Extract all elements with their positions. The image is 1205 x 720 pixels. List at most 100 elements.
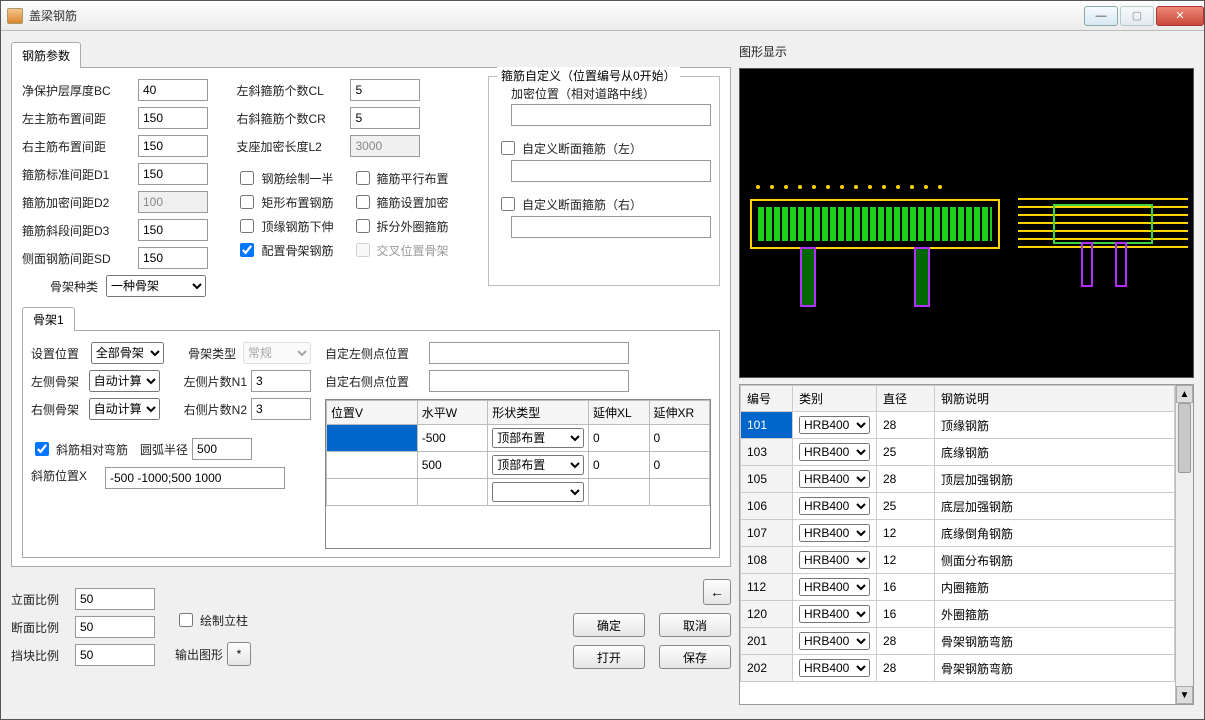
col-desc[interactable]: 钢筋说明 <box>935 386 1175 412</box>
rebar-cat-select[interactable]: HRB400 <box>799 551 870 569</box>
col-cat[interactable]: 类别 <box>793 386 877 412</box>
bc-input[interactable] <box>138 79 208 101</box>
rebar-no[interactable]: 103 <box>741 439 793 466</box>
frame-row-1[interactable]: -500 顶部布置 0 0 <box>327 425 710 452</box>
left-frame-select[interactable]: 自动计算 <box>89 370 160 392</box>
rebar-dia[interactable]: 25 <box>877 439 935 466</box>
arc-input[interactable] <box>192 438 252 460</box>
custom-left-input[interactable] <box>511 160 711 182</box>
rebar-row[interactable]: 107 HRB400 12底缘倒角钢筋 <box>741 520 1175 547</box>
cl-input[interactable] <box>350 79 420 101</box>
rebar-desc[interactable]: 底层加强钢筋 <box>935 493 1175 520</box>
frame-grid[interactable]: 位置V 水平W 形状类型 延伸XL 延伸XR <box>325 399 711 549</box>
rebar-cat-select[interactable]: HRB400 <box>799 416 870 434</box>
shape-select-1[interactable]: 顶部布置 <box>492 428 584 448</box>
sd-input[interactable] <box>138 247 208 269</box>
col-xl[interactable]: 延伸XL <box>589 401 649 425</box>
rebar-no[interactable]: 112 <box>741 574 793 601</box>
cb-top[interactable]: 顶缘钢筋下伸 <box>236 216 333 236</box>
frame-type-select[interactable]: 一种骨架 <box>106 275 206 297</box>
n1-input[interactable] <box>251 370 311 392</box>
rebar-no[interactable]: 106 <box>741 493 793 520</box>
rebar-row[interactable]: 105 HRB400 28顶层加强钢筋 <box>741 466 1175 493</box>
cb-rect[interactable]: 矩形布置钢筋 <box>236 192 333 212</box>
cb-dense[interactable]: 箍筋设置加密 <box>352 192 449 212</box>
rebar-row[interactable]: 120 HRB400 16外圈箍筋 <box>741 601 1175 628</box>
close-button[interactable]: ✕ <box>1156 6 1204 26</box>
tab-frame1[interactable]: 骨架1 <box>22 307 75 331</box>
rebar-cat-select[interactable]: HRB400 <box>799 578 870 596</box>
rebar-dia[interactable]: 25 <box>877 493 935 520</box>
xpos-input[interactable] <box>105 467 285 489</box>
rebar-table[interactable]: 编号 类别 直径 钢筋说明 101HRB40028顶缘钢筋103HRB40025… <box>740 385 1175 704</box>
rebar-desc[interactable]: 骨架钢筋弯筋 <box>935 628 1175 655</box>
rebar-cat-select[interactable]: HRB400 <box>799 524 870 542</box>
rebar-row[interactable]: 112 HRB400 16内圈箍筋 <box>741 574 1175 601</box>
rebar-no[interactable]: 108 <box>741 547 793 574</box>
col-dia[interactable]: 直径 <box>877 386 935 412</box>
cb-parallel[interactable]: 箍筋平行布置 <box>352 168 449 188</box>
rebar-desc[interactable]: 外圈箍筋 <box>935 601 1175 628</box>
rebar-row[interactable]: 201HRB40028骨架钢筋弯筋 <box>741 628 1175 655</box>
rebar-desc[interactable]: 内圈箍筋 <box>935 574 1175 601</box>
rebar-dia[interactable]: 16 <box>877 574 935 601</box>
rebar-cat-select[interactable]: HRB400 <box>799 605 870 623</box>
col-xr[interactable]: 延伸XR <box>649 401 710 425</box>
shape-select-2[interactable]: 顶部布置 <box>492 455 584 475</box>
output-btn[interactable]: * <box>227 642 251 666</box>
rebar-row[interactable]: 108HRB40012侧面分布钢筋 <box>741 547 1175 574</box>
lspacing-input[interactable] <box>138 107 208 129</box>
rebar-no[interactable]: 202 <box>741 655 793 682</box>
rebar-desc[interactable]: 骨架钢筋弯筋 <box>935 655 1175 682</box>
rebar-cat-select[interactable]: HRB400 <box>799 497 870 515</box>
cb-frame[interactable]: 配置骨架钢筋 <box>236 240 333 260</box>
col-shape[interactable]: 形状类型 <box>488 401 589 425</box>
rebar-row[interactable]: 106 HRB400 25底层加强钢筋 <box>741 493 1175 520</box>
rebar-no[interactable]: 105 <box>741 466 793 493</box>
d3-input[interactable] <box>138 219 208 241</box>
rebar-no[interactable]: 101 <box>741 412 793 439</box>
cr-input[interactable] <box>350 107 420 129</box>
elev-input[interactable] <box>75 588 155 610</box>
right-frame-select[interactable]: 自动计算 <box>89 398 160 420</box>
rebar-desc[interactable]: 顶缘钢筋 <box>935 412 1175 439</box>
minimize-button[interactable]: — <box>1084 6 1118 26</box>
rebar-dia[interactable]: 28 <box>877 655 935 682</box>
nav-left-button[interactable]: ← <box>703 579 731 605</box>
frame-row-2[interactable]: 500 顶部布置 0 0 <box>327 452 710 479</box>
rebar-desc[interactable]: 侧面分布钢筋 <box>935 547 1175 574</box>
col-w[interactable]: 水平W <box>417 401 488 425</box>
rebar-desc[interactable]: 底缘倒角钢筋 <box>935 520 1175 547</box>
cb-draw-column[interactable]: 绘制立柱 <box>175 610 251 630</box>
scroll-down-icon[interactable]: ▼ <box>1176 686 1193 704</box>
tab-rebar-params[interactable]: 钢筋参数 <box>11 42 81 68</box>
rebar-cat-select[interactable]: HRB400 <box>799 632 870 650</box>
sec-input[interactable] <box>75 616 155 638</box>
rebar-no[interactable]: 120 <box>741 601 793 628</box>
save-button[interactable]: 保存 <box>659 645 731 669</box>
d1-input[interactable] <box>138 163 208 185</box>
custom-right-pts-input[interactable] <box>429 370 629 392</box>
rebar-row[interactable]: 202HRB40028骨架钢筋弯筋 <box>741 655 1175 682</box>
custom-left-pts-input[interactable] <box>429 342 629 364</box>
custom-right-input[interactable] <box>511 216 711 238</box>
rebar-dia[interactable]: 12 <box>877 520 935 547</box>
block-input[interactable] <box>75 644 155 666</box>
rebar-dia[interactable]: 16 <box>877 601 935 628</box>
open-button[interactable]: 打开 <box>573 645 645 669</box>
cb-rel-bend[interactable]: 斜筋相对弯筋 <box>31 439 128 459</box>
rebar-cat-select[interactable]: HRB400 <box>799 443 870 461</box>
scroll-thumb[interactable] <box>1178 403 1191 473</box>
cb-custom-right[interactable]: 自定义断面箍筋（右） <box>497 194 711 214</box>
table-scrollbar[interactable]: ▲ ▼ <box>1175 385 1193 704</box>
rebar-dia[interactable]: 28 <box>877 466 935 493</box>
rebar-desc[interactable]: 底缘钢筋 <box>935 439 1175 466</box>
dense-pos-input[interactable] <box>511 104 711 126</box>
rebar-desc[interactable]: 顶层加强钢筋 <box>935 466 1175 493</box>
rebar-no[interactable]: 107 <box>741 520 793 547</box>
cb-split[interactable]: 拆分外圈箍筋 <box>352 216 449 236</box>
setpos-select[interactable]: 全部骨架 <box>91 342 164 364</box>
n2-input[interactable] <box>251 398 311 420</box>
rebar-dia[interactable]: 28 <box>877 412 935 439</box>
rebar-cat-select[interactable]: HRB400 <box>799 470 870 488</box>
